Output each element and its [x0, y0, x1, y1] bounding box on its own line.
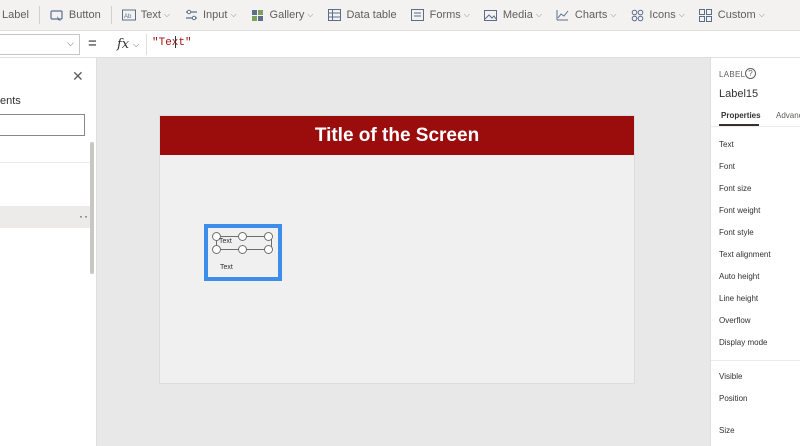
scrollbar[interactable] — [90, 142, 94, 274]
icons-icon — [630, 8, 644, 22]
formula-bar: ⌵ = fx ⌵ "Text" — [0, 31, 800, 58]
properties-panel: LABEL ? Label15 Properties Advanc Text F… — [710, 58, 800, 446]
property-font[interactable]: Font — [719, 162, 735, 171]
fx-button[interactable]: fx ⌵ — [107, 34, 147, 55]
toolbar-separator — [38, 6, 40, 24]
toolbar-button-text: Button — [68, 9, 101, 21]
toolbar-custom[interactable]: Custom ⌵ — [692, 0, 772, 30]
toolbar-separator — [110, 6, 112, 24]
screen-title[interactable]: Title of the Screen — [160, 116, 634, 155]
button-icon — [50, 8, 64, 22]
property-size[interactable]: Size — [719, 426, 735, 435]
toolbar-charts-text: Charts — [574, 9, 608, 21]
divider — [0, 162, 92, 163]
chevron-down-icon: ⌵ — [535, 10, 542, 19]
chevron-down-icon: ⌵ — [678, 10, 685, 19]
chevron-down-icon: ⌵ — [163, 10, 170, 19]
property-visible[interactable]: Visible — [719, 372, 742, 381]
toolbar-text-text: Text — [140, 9, 161, 21]
property-font-style[interactable]: Font style — [719, 228, 754, 237]
toolbar-label[interactable]: Label — [0, 0, 36, 30]
help-icon[interactable]: ? — [745, 68, 756, 79]
fx-icon: fx — [117, 37, 130, 52]
toolbar-button[interactable]: Button — [43, 0, 108, 30]
toolbar-label-text: Label — [2, 9, 29, 21]
divider — [711, 126, 800, 127]
chevron-down-icon: ⌵ — [463, 10, 470, 19]
resize-handle[interactable] — [238, 245, 247, 254]
property-text[interactable]: Text — [719, 140, 734, 149]
property-auto-height[interactable]: Auto height — [719, 272, 759, 281]
tab-advanced[interactable]: Advanc — [776, 111, 800, 120]
equals-sign: = — [88, 35, 97, 52]
toolbar-data-table-text: Data table — [346, 9, 397, 21]
label-text: Text — [219, 238, 232, 245]
resize-handle[interactable] — [238, 232, 247, 241]
text-cursor-icon — [175, 36, 176, 48]
toolbar-text[interactable]: Ab Text ⌵ — [115, 0, 177, 30]
selected-control[interactable]: Text Text — [204, 224, 282, 281]
property-font-size[interactable]: Font size — [719, 184, 751, 193]
panel-tab-components[interactable]: ents — [0, 95, 21, 107]
custom-icon — [699, 8, 713, 22]
tree-view-panel: ✕ ents ··· — [0, 58, 97, 446]
control-type: LABEL — [719, 70, 746, 79]
property-position[interactable]: Position — [719, 394, 747, 403]
property-overflow[interactable]: Overflow — [719, 316, 751, 325]
close-icon[interactable]: ✕ — [72, 68, 84, 85]
toolbar-forms[interactable]: Forms ⌵ — [404, 0, 477, 30]
toolbar-gallery-text: Gallery — [269, 9, 305, 21]
resize-handle[interactable] — [264, 232, 273, 241]
text-icon: Ab — [121, 8, 136, 22]
forms-icon — [411, 8, 425, 22]
tab-properties[interactable]: Properties — [721, 111, 761, 120]
resize-handle[interactable] — [212, 245, 221, 254]
chevron-down-icon: ⌵ — [307, 10, 314, 19]
toolbar-charts[interactable]: Charts ⌵ — [549, 0, 623, 30]
charts-icon — [556, 8, 570, 22]
chevron-down-icon: ⌵ — [133, 39, 140, 49]
toolbar-media-text: Media — [502, 9, 533, 21]
label-text[interactable]: Text — [220, 264, 233, 271]
formula-input[interactable]: "Text" — [152, 37, 192, 49]
toolbar-gallery[interactable]: Gallery ⌵ — [244, 0, 321, 30]
toolbar-media[interactable]: Media ⌵ — [477, 0, 549, 30]
data-table-icon — [327, 8, 341, 22]
toolbar-data-table[interactable]: Data table — [320, 0, 403, 30]
property-display-mode[interactable]: Display mode — [719, 338, 767, 347]
toolbar-icons[interactable]: Icons ⌵ — [623, 0, 691, 30]
chevron-down-icon: ⌵ — [610, 10, 617, 19]
svg-text:Ab: Ab — [124, 14, 132, 20]
resize-handle[interactable] — [264, 245, 273, 254]
property-font-weight[interactable]: Font weight — [719, 206, 760, 215]
gallery-icon — [251, 8, 265, 22]
insert-toolbar: Label Button Ab Text ⌵ Input ⌵ Gallery ⌵… — [0, 0, 800, 31]
media-icon — [484, 8, 498, 22]
search-input[interactable] — [0, 114, 85, 136]
control-name[interactable]: Label15 — [719, 88, 758, 100]
toolbar-icons-text: Icons — [649, 9, 676, 21]
toolbar-input[interactable]: Input ⌵ — [177, 0, 244, 30]
property-line-height[interactable]: Line height — [719, 294, 758, 303]
divider — [711, 360, 800, 361]
toolbar-custom-text: Custom — [717, 9, 756, 21]
toolbar-forms-text: Forms — [429, 9, 461, 21]
chevron-down-icon: ⌵ — [758, 10, 765, 19]
chevron-down-icon: ⌵ — [67, 38, 74, 48]
property-dropdown[interactable]: ⌵ — [0, 34, 80, 55]
chevron-down-icon: ⌵ — [230, 10, 237, 19]
input-icon — [184, 8, 198, 22]
property-text-alignment[interactable]: Text alignment — [719, 250, 771, 259]
toolbar-input-text: Input — [203, 9, 228, 21]
